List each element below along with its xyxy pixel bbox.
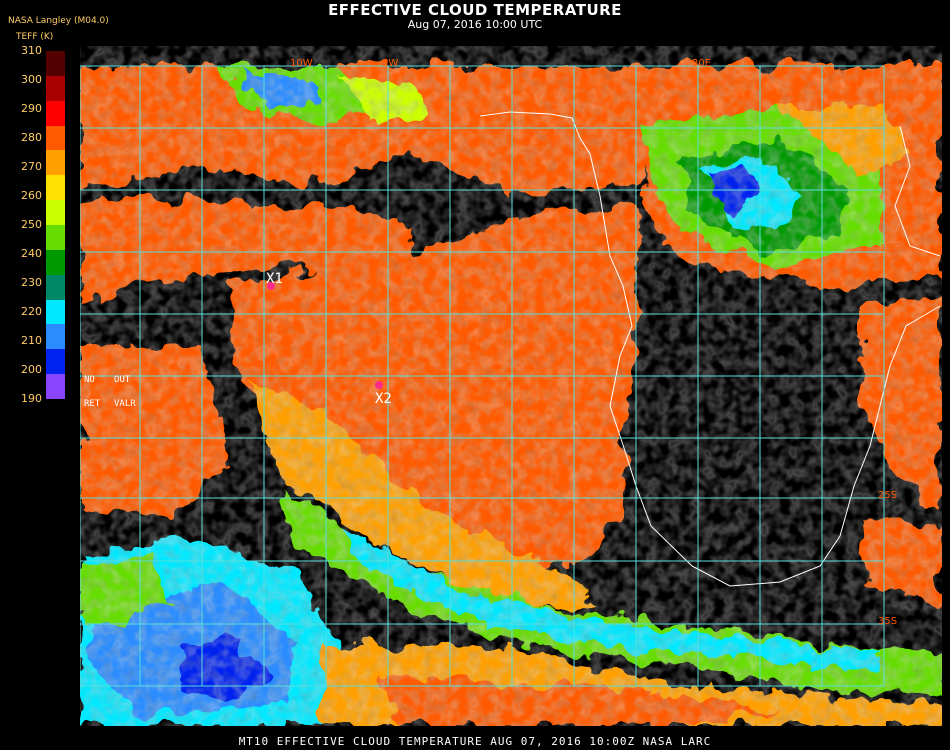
legend-tick: 280: [21, 131, 42, 144]
legend-swatch: [46, 200, 65, 226]
footer-caption: MT10 EFFECTIVE CLOUD TEMPERATURE AUG 07,…: [238, 735, 712, 748]
legend-tick: 190: [21, 392, 42, 405]
legend-tick: 260: [21, 189, 42, 202]
lon-label: 10W: [290, 58, 313, 69]
legend-swatch: [46, 274, 65, 301]
legend-swatch: [46, 150, 65, 176]
legend-unit-label: TEFF (K): [16, 32, 54, 42]
legend-swatch: [46, 374, 65, 400]
legend-swatch: [46, 175, 65, 201]
legend-tick: 240: [21, 247, 42, 260]
no-label: NO: [84, 375, 95, 385]
legend-swatch: [46, 51, 65, 77]
legend-swatch: [46, 125, 65, 151]
legend-tick: 300: [21, 73, 42, 86]
color-legend: 310 300 290 280 270 260 250 240 230 220 …: [14, 44, 66, 405]
legend-tick: 230: [21, 276, 42, 289]
ret-label: RET: [84, 399, 101, 409]
lat-label: 25S: [878, 490, 897, 501]
legend-tick: 290: [21, 102, 42, 115]
map-datetime: Aug 07, 2016 10:00 UTC: [407, 18, 543, 31]
lon-label: 30E: [692, 58, 711, 69]
legend-tick: 250: [21, 218, 42, 231]
legend-swatch: [46, 75, 65, 102]
lat-label: 15S: [880, 243, 899, 254]
legend-tick: 220: [21, 305, 42, 318]
provider-label: NASA Langley (M04.0): [8, 16, 109, 26]
legend-tick: 210: [21, 334, 42, 347]
legend-tick: 270: [21, 160, 42, 173]
point-label-x1: X1: [266, 271, 283, 287]
map-title: EFFECTIVE CLOUD TEMPERATURE: [328, 1, 622, 19]
valr-label: VALR: [114, 399, 136, 409]
map-canvas: 10W 5W 30E 15S 25S 35S X1 X2: [80, 46, 942, 726]
legend-swatch: [46, 225, 65, 251]
cloud-temperature-map[interactable]: 10W 5W 30E 15S 25S 35S X1 X2: [80, 46, 942, 726]
legend-swatch: [46, 299, 65, 325]
legend-swatch: [46, 349, 65, 375]
lat-label: 35S: [878, 616, 897, 627]
legend-swatch: [46, 100, 65, 127]
point-marker-x2[interactable]: [375, 381, 383, 389]
point-label-x2: X2: [375, 391, 392, 407]
legend-swatch: [46, 249, 65, 276]
legend-swatch: [46, 324, 65, 350]
legend-tick: 310: [21, 44, 42, 57]
out-label: OUT: [114, 375, 131, 385]
lon-label: 5W: [382, 58, 398, 69]
legend-tick: 200: [21, 363, 42, 376]
